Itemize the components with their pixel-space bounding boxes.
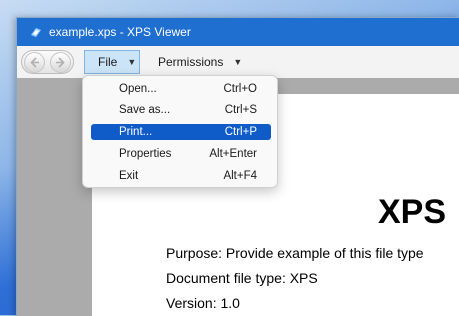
- forward-arrow-icon: [55, 56, 65, 68]
- window-title: example.xps - XPS Viewer: [49, 25, 191, 39]
- xps-viewer-app-icon: [29, 25, 43, 39]
- toolbar: File ▼ Permissions ▼: [17, 46, 459, 78]
- navigation-buttons: [21, 50, 74, 74]
- back-arrow-icon: [30, 56, 40, 68]
- forward-button[interactable]: [49, 51, 71, 73]
- permissions-menu-label: Permissions: [158, 55, 224, 69]
- menu-item-shortcut: Ctrl+S: [224, 104, 257, 116]
- menu-item-label: Exit: [119, 170, 139, 182]
- chevron-down-icon: ▼: [233, 57, 243, 67]
- menu-item-save-as[interactable]: Save as... Ctrl+S: [91, 102, 271, 118]
- menu-item-print[interactable]: Print... Ctrl+P: [91, 124, 271, 140]
- menu-item-shortcut: Ctrl+P: [224, 126, 257, 138]
- document-line-purpose: Purpose: Provide example of this file ty…: [166, 245, 424, 261]
- chevron-down-icon: ▼: [127, 57, 137, 67]
- menu-item-shortcut: Alt+Enter: [209, 148, 257, 160]
- document-line-file-type: Document file type: XPS: [166, 270, 318, 286]
- menu-item-label: Properties: [119, 148, 172, 160]
- document-heading: XPS: [378, 193, 447, 231]
- file-dropdown-menu: Open... Ctrl+O Save as... Ctrl+S Print..…: [82, 75, 278, 188]
- menu-item-label: Open...: [119, 83, 157, 95]
- menu-item-open[interactable]: Open... Ctrl+O: [91, 81, 271, 97]
- menu-item-shortcut: Alt+F4: [223, 170, 257, 182]
- file-menu-label: File: [98, 55, 118, 69]
- menu-item-label: Save as...: [119, 104, 171, 116]
- title-bar[interactable]: example.xps - XPS Viewer: [17, 18, 459, 46]
- document-line-version: Version: 1.0: [166, 295, 240, 311]
- file-menu-button[interactable]: File ▼: [84, 50, 140, 74]
- menu-item-properties[interactable]: Properties Alt+Enter: [91, 146, 271, 162]
- menu-item-exit[interactable]: Exit Alt+F4: [91, 168, 271, 184]
- back-button[interactable]: [24, 51, 46, 73]
- menu-item-label: Print...: [119, 126, 153, 138]
- menu-item-shortcut: Ctrl+O: [223, 83, 257, 95]
- permissions-menu-button[interactable]: Permissions ▼: [146, 50, 250, 74]
